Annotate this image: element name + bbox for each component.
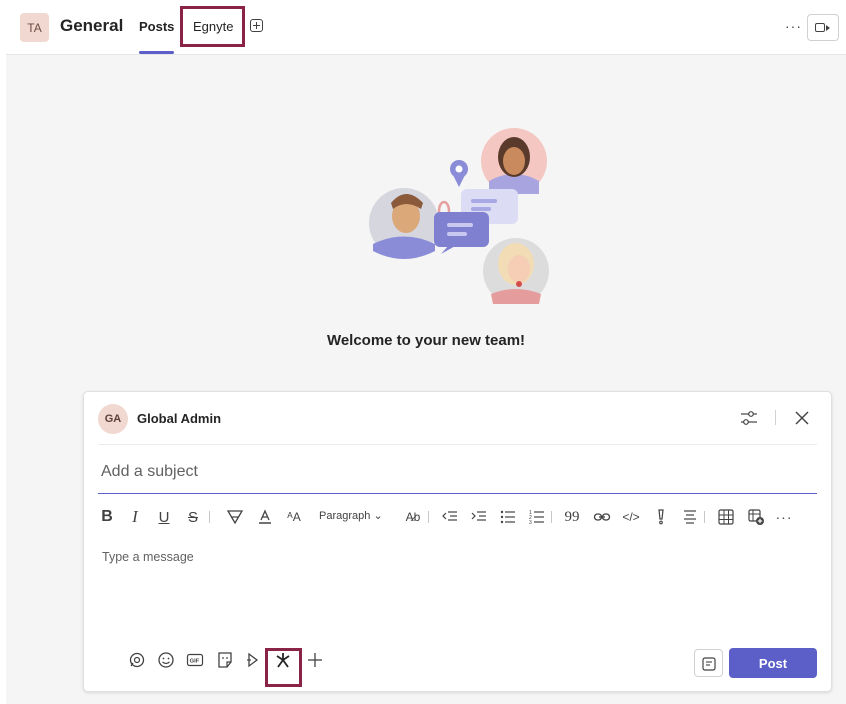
quote-icon[interactable]: 99	[562, 504, 582, 530]
message-input[interactable]: Type a message	[102, 550, 194, 564]
emoji-icon[interactable]	[153, 646, 179, 674]
numbered-list-icon[interactable]: 123	[527, 504, 547, 530]
post-options-icon[interactable]	[740, 410, 758, 426]
message-extensions-bar: GIF	[124, 646, 524, 676]
insert-table-icon[interactable]	[716, 504, 736, 530]
bulleted-list-icon[interactable]	[498, 504, 518, 530]
bold-icon[interactable]: B	[98, 504, 116, 530]
code-snippet-icon[interactable]: </>	[621, 504, 641, 530]
paragraph-style-dropdown[interactable]: Paragraph ⌄	[319, 509, 383, 522]
formatting-toolbar: B I U S ᴬA Paragraph ⌄ A̷b 1 2 3 99 </> …	[98, 504, 818, 530]
channel-content: TA General Posts Egnyte ··· Welcome to y…	[6, 6, 846, 704]
schedule-meeting-icon[interactable]	[241, 646, 267, 674]
strikethrough-icon[interactable]: S	[184, 504, 202, 530]
toolbar-divider	[209, 511, 210, 523]
clear-formatting-icon[interactable]: A̷b	[403, 504, 423, 530]
mark-important-icon[interactable]	[651, 504, 671, 530]
loop-icon[interactable]	[124, 646, 150, 674]
format-icon	[702, 657, 716, 671]
highlight-icon[interactable]	[225, 504, 245, 530]
tab-posts[interactable]: Posts	[139, 19, 174, 34]
team-avatar[interactable]: TA	[20, 13, 49, 42]
more-horizontal-icon[interactable]: ···	[785, 18, 802, 34]
toolbar-divider	[428, 511, 429, 523]
egnyte-app-highlight	[265, 648, 302, 687]
new-post-compose-box: GA Global Admin B I U S ᴬA	[83, 391, 832, 692]
close-icon[interactable]	[794, 410, 810, 426]
add-icon[interactable]	[302, 646, 328, 674]
channel-header: TA General Posts Egnyte ···	[6, 6, 846, 55]
font-color-icon[interactable]	[255, 504, 275, 530]
author-avatar: GA	[98, 404, 128, 434]
egnyte-tab-highlight	[180, 6, 245, 47]
svg-text:GIF: GIF	[190, 659, 200, 665]
video-call-button[interactable]	[807, 14, 839, 41]
active-tab-indicator	[139, 51, 174, 54]
chevron-down-icon: ⌄	[373, 510, 383, 522]
font-size-icon[interactable]: ᴬA	[284, 504, 304, 530]
welcome-illustration	[369, 128, 549, 304]
welcome-text: Welcome to your new team!	[326, 332, 526, 349]
compose-divider	[98, 444, 817, 445]
link-icon[interactable]	[592, 504, 612, 530]
post-button[interactable]: Post	[729, 648, 817, 678]
author-name: Global Admin	[137, 411, 222, 426]
more-options-icon[interactable]: ···	[774, 504, 794, 530]
svg-text:3: 3	[529, 520, 532, 526]
underline-icon[interactable]: U	[155, 504, 173, 530]
toolbar-divider	[704, 511, 705, 523]
decrease-indent-icon[interactable]	[440, 504, 460, 530]
toolbar-divider	[551, 511, 552, 523]
channel-title: General	[60, 16, 124, 35]
add-tab-icon[interactable]	[250, 19, 263, 32]
increase-indent-icon[interactable]	[469, 504, 489, 530]
gif-icon[interactable]: GIF	[182, 646, 208, 674]
align-icon[interactable]	[680, 504, 700, 530]
header-divider	[775, 410, 776, 425]
teams-window: TA General Posts Egnyte ··· Welcome to y…	[0, 0, 846, 704]
italic-icon[interactable]: I	[126, 504, 144, 530]
subject-input[interactable]	[98, 450, 817, 494]
video-camera-icon	[815, 23, 830, 32]
format-toggle-button[interactable]	[694, 649, 723, 677]
add-table-row-icon[interactable]	[746, 504, 766, 530]
paragraph-style-label: Paragraph	[319, 510, 371, 522]
chat-bubble-purple	[434, 212, 489, 247]
sticker-icon[interactable]	[212, 646, 238, 674]
